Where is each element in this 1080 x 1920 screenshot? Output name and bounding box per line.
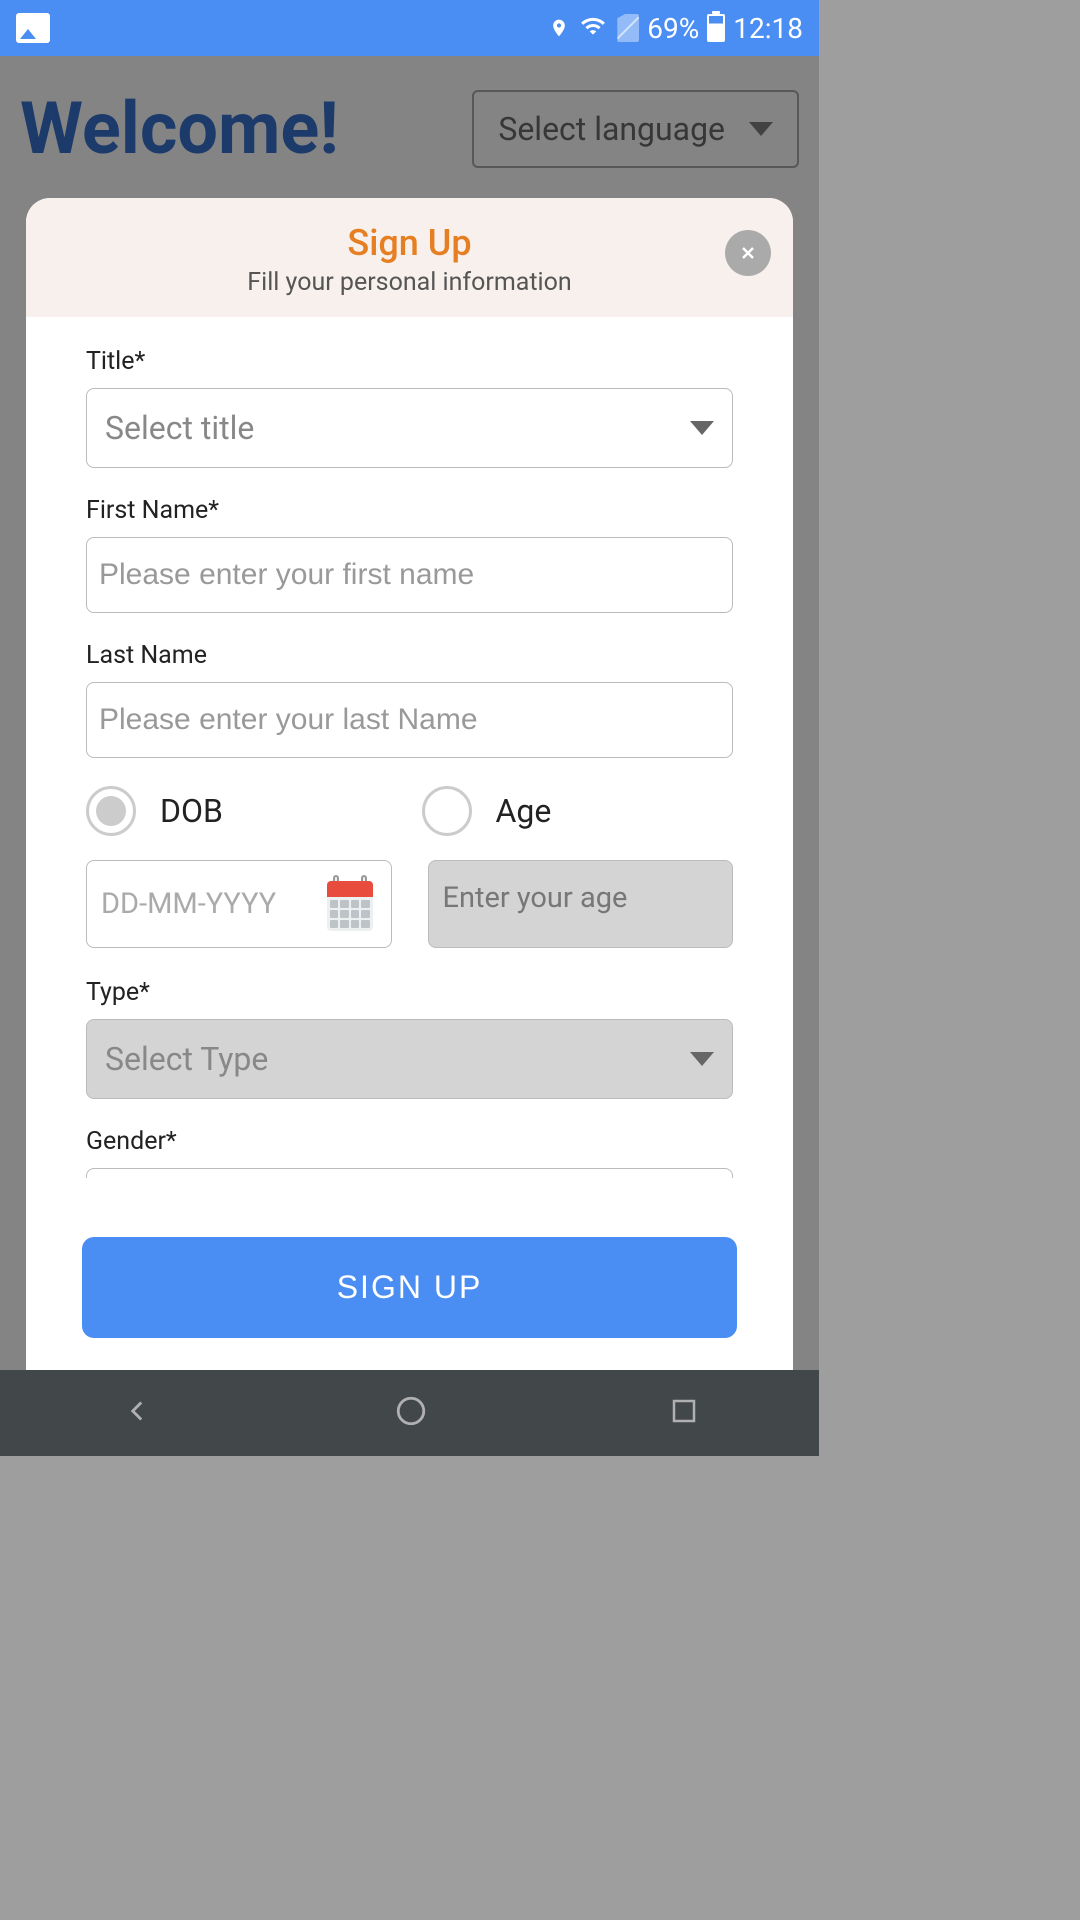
modal-title: Sign Up [46,222,773,264]
battery-icon [707,14,725,42]
signup-modal: Sign Up Fill your personal information T… [26,198,793,1370]
nav-back-button[interactable] [120,1394,154,1432]
first-name-label: First Name* [86,496,733,525]
chevron-down-icon [690,421,714,435]
gender-label: Gender* [86,1127,733,1156]
modal-subtitle: Fill your personal information [46,268,773,297]
age-input: Enter your age [428,860,734,948]
gender-select-partial[interactable] [86,1168,733,1178]
type-select-placeholder: Select Type [105,1040,268,1078]
nav-home-button[interactable] [394,1394,428,1432]
age-radio[interactable] [422,786,472,836]
no-sim-icon [617,14,639,42]
age-placeholder: Enter your age [443,881,628,915]
first-name-input[interactable] [86,537,733,613]
type-select[interactable]: Select Type [86,1019,733,1099]
title-select-placeholder: Select title [105,409,254,447]
modal-footer: SIGN UP [26,1217,793,1370]
dob-placeholder: DD-MM-YYYY [101,887,276,921]
status-left [16,13,50,43]
calendar-icon [323,877,377,931]
nav-recent-button[interactable] [669,1396,699,1430]
clock-time: 12:18 [733,12,803,45]
location-icon [549,14,569,42]
wifi-icon [577,9,609,47]
last-name-input[interactable] [86,682,733,758]
chevron-down-icon [690,1052,714,1066]
status-right: 69% 12:18 [549,9,803,47]
dob-radio[interactable] [86,786,136,836]
battery-percent: 69% [647,12,699,45]
last-name-label: Last Name [86,641,733,670]
title-label: Title* [86,347,733,376]
title-select[interactable]: Select title [86,388,733,468]
modal-body: Title* Select title First Name* Last Nam… [26,317,793,1217]
modal-header: Sign Up Fill your personal information [26,198,793,317]
picture-icon [16,13,50,43]
type-label: Type* [86,978,733,1007]
signup-button[interactable]: SIGN UP [82,1237,737,1338]
dob-input[interactable]: DD-MM-YYYY [86,860,392,948]
dob-radio-label: DOB [160,792,223,830]
navigation-bar [0,1370,819,1456]
age-radio-label: Age [496,792,552,830]
close-button[interactable] [725,230,771,276]
status-bar: 69% 12:18 [0,0,819,56]
